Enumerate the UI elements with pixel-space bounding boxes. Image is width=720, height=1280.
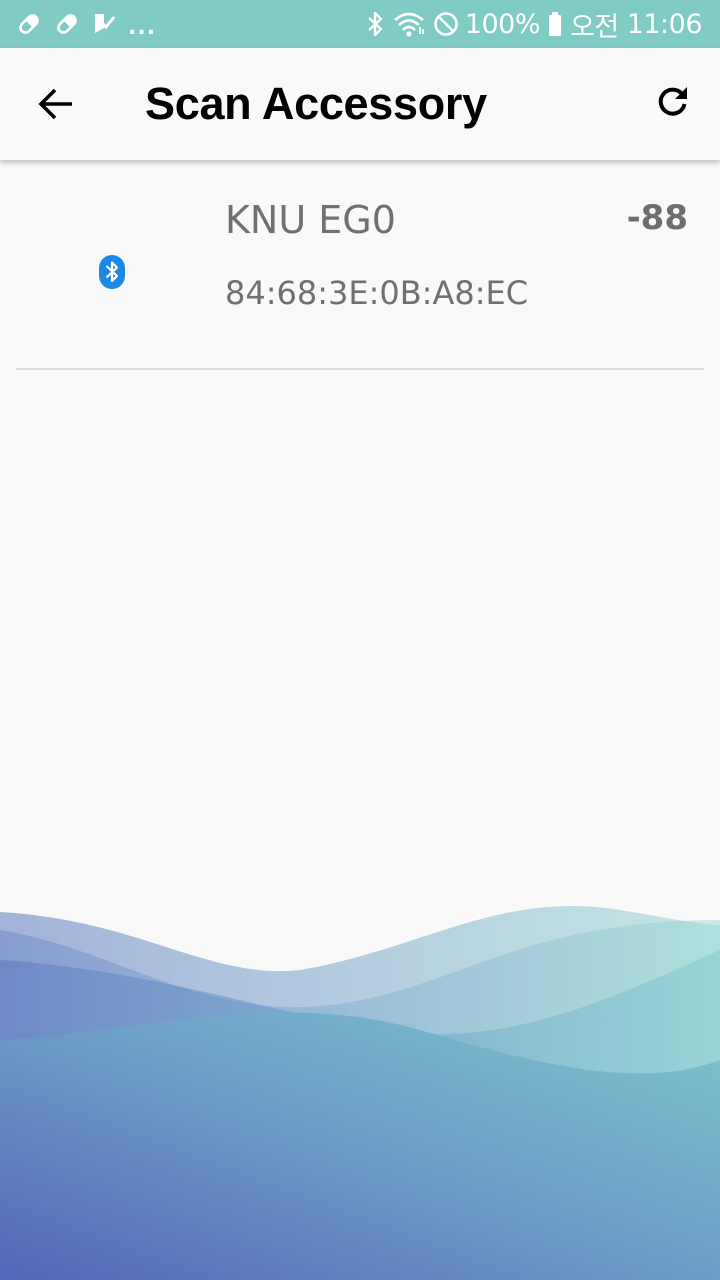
arrow-left-icon [37,87,75,126]
device-list-item[interactable]: KNU EG0 84:68:3E:0B:A8:EC -88 [16,160,704,370]
bluetooth-icon [365,10,385,38]
status-time: 11:06 [626,8,703,40]
wave-decoration [0,905,720,1280]
battery-percent: 100% [464,8,541,40]
status-ampm: 오전 [570,11,619,43]
pill-icon [16,11,42,37]
bluetooth-icon [98,254,126,290]
refresh-icon [654,84,690,125]
status-bar: ... 100% 오전 11:06 [0,0,720,48]
device-rssi: -88 [626,198,688,238]
do-not-disturb-icon [433,11,459,37]
refresh-button[interactable] [644,76,700,132]
device-name: KNU EG0 [225,198,396,242]
scan-accessory-screen: ... 100% 오전 11:06 Scan Accessory KNU EG0… [0,0,720,1280]
pill-icon [54,11,80,37]
system-icons: 100% 오전 11:06 [357,5,703,44]
wifi-icon [393,10,425,38]
notification-icons: ... [16,9,156,40]
tasks-icon [92,11,116,37]
back-button[interactable] [28,78,84,134]
more-notifications-icon: ... [128,14,157,40]
page-title: Scan Accessory [145,78,487,129]
device-mac-address: 84:68:3E:0B:A8:EC [225,274,529,312]
battery-icon [548,11,562,37]
app-bar: Scan Accessory [0,48,720,160]
